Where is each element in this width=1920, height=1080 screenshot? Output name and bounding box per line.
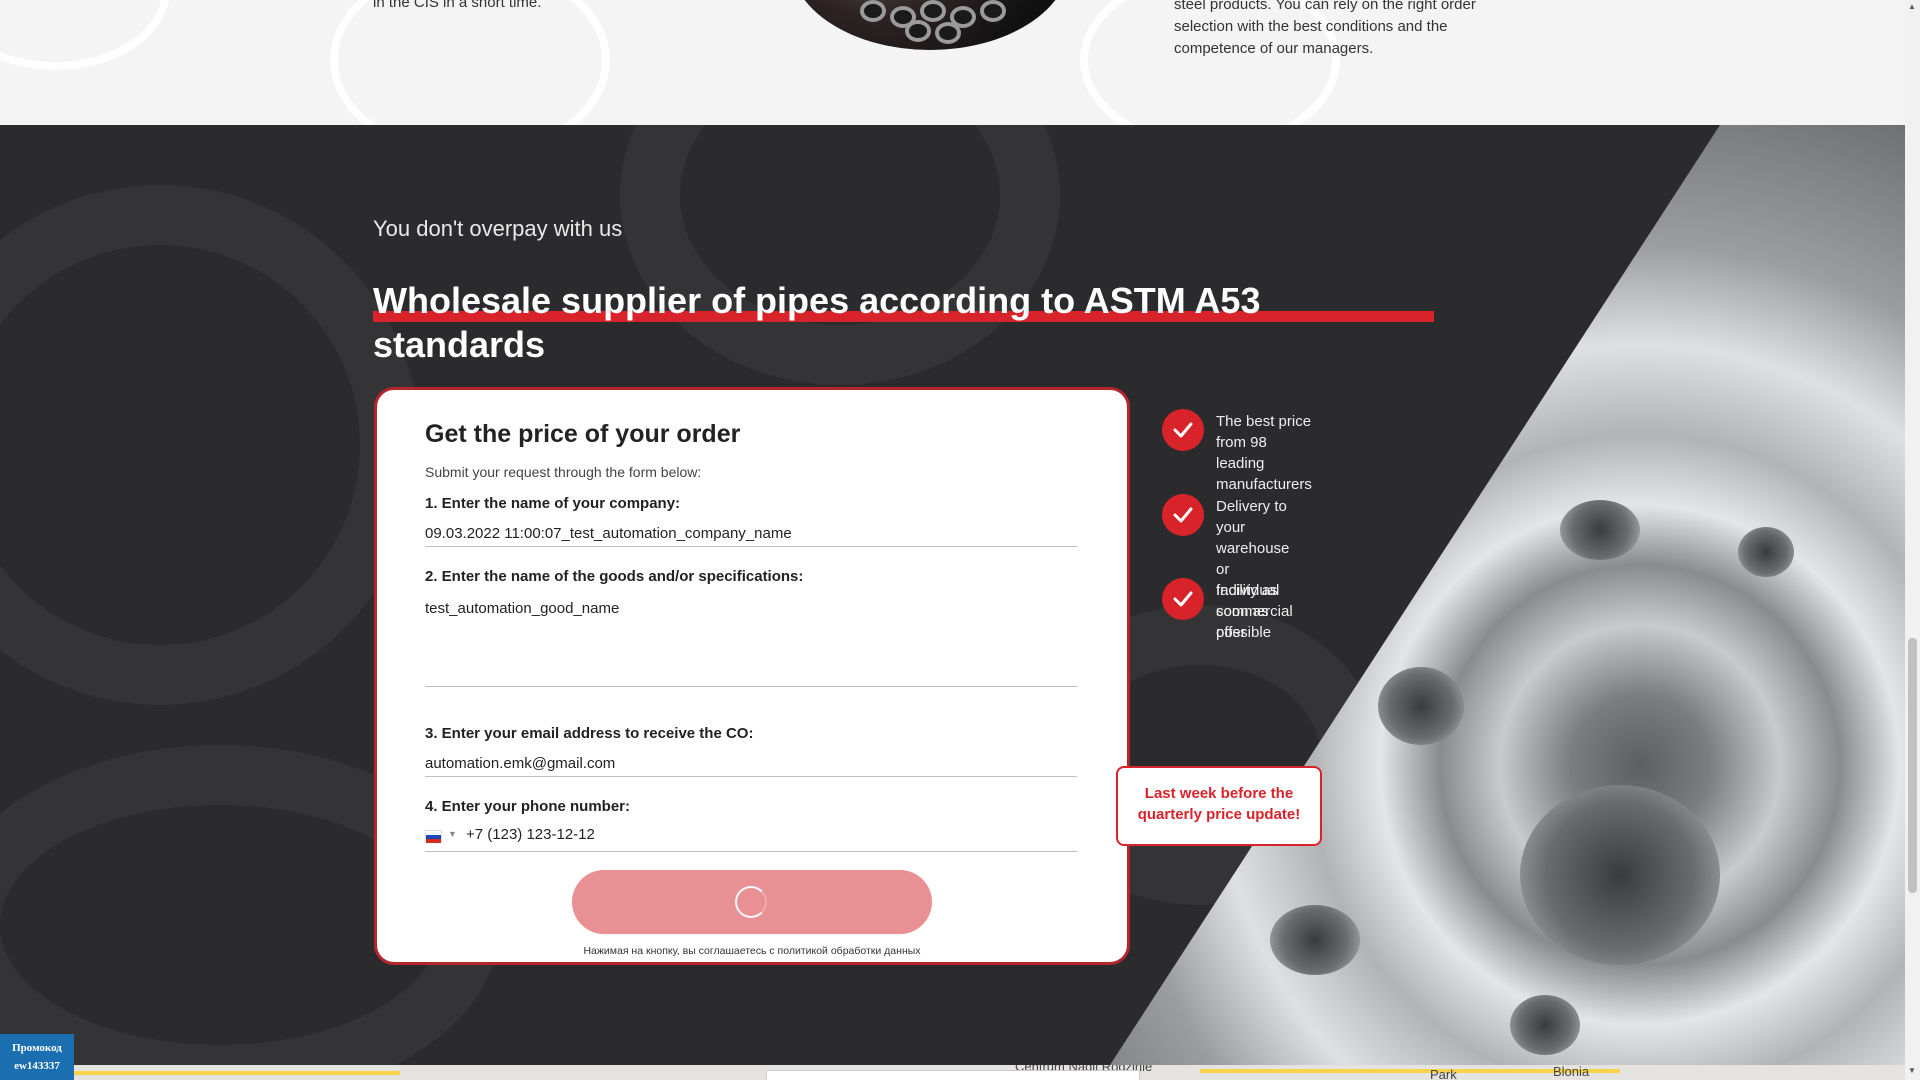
submit-button[interactable] (572, 870, 932, 934)
promo-code-badge[interactable]: Промокод ew143337 (0, 1034, 74, 1080)
top-left-text: in the CIS in a short time. (373, 0, 542, 11)
check-icon (1162, 494, 1204, 536)
map-preview[interactable]: Centrum Nadii Rodzinie Park Blonia (0, 1065, 1905, 1080)
top-section: in the CIS in a short time. steel produc… (0, 0, 1905, 125)
loading-spinner-icon (735, 886, 767, 918)
email-label: 3. Enter your email address to receive t… (425, 725, 754, 742)
russia-flag-icon[interactable] (425, 830, 442, 843)
benefit-text: Individual commercial offer (1216, 582, 1293, 641)
phone-value: +7 (123) 123-12-12 (466, 826, 595, 843)
country-dropdown-caret-icon[interactable]: ▼ (448, 829, 457, 839)
pipes-image (790, 0, 1070, 50)
company-label: 1. Enter the name of your company: (425, 495, 681, 512)
section-headline: Wholesale supplier of pipes according to… (373, 280, 1261, 365)
company-input[interactable] (425, 520, 1077, 547)
price-request-form: Get the price of your order Submit your … (374, 387, 1130, 965)
decor-flange (0, 185, 420, 705)
scroll-up-arrow-icon[interactable]: ▲ (1908, 2, 1916, 11)
map-label: Park (1430, 1067, 1457, 1080)
section-eyebrow: You don't overpay with us (373, 216, 623, 241)
consent-text: Нажимая на кнопку, вы соглашаетесь с пол… (583, 945, 921, 957)
check-icon (1162, 409, 1204, 451)
check-icon (1162, 578, 1204, 620)
decor-ring (0, 0, 170, 70)
form-title: Get the price of your order (425, 420, 741, 448)
scroll-down-arrow-icon[interactable]: ▼ (1908, 1066, 1916, 1075)
form-subtitle: Submit your request through the form bel… (425, 464, 702, 480)
email-input[interactable] (425, 750, 1077, 777)
goods-value: test_automation_good_name (425, 600, 620, 617)
benefit-text: The best price from 98 leading manufactur… (1216, 413, 1312, 493)
order-section: You don't overpay with us Wholesale supp… (0, 125, 1905, 1065)
page-scrollbar[interactable]: ▲ ▼ (1905, 0, 1920, 1080)
goods-textarea[interactable]: test_automation_good_name (425, 597, 1077, 687)
phone-label: 4. Enter your phone number: (425, 798, 631, 815)
top-right-text: steel products. You can rely on the righ… (1174, 0, 1476, 57)
price-update-notice: Last week before the quarterly price upda… (1116, 766, 1322, 846)
scrollbar-thumb[interactable] (1908, 638, 1917, 893)
phone-field[interactable]: ▼ +7 (123) 123-12-12 (425, 822, 1077, 852)
map-label: Blonia (1553, 1065, 1590, 1079)
goods-label: 2. Enter the name of the goods and/or sp… (425, 568, 804, 585)
map-search-box[interactable] (766, 1070, 1140, 1080)
decor-ring (330, 0, 610, 125)
